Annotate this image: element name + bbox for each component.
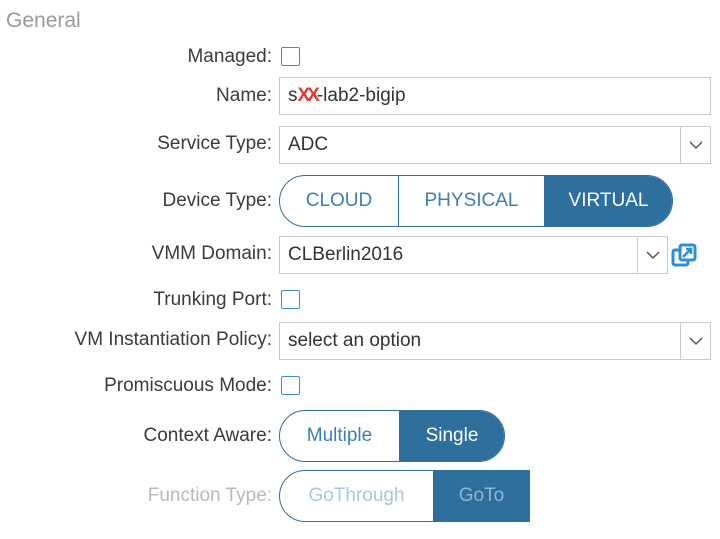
name-label: Name: [216,85,272,106]
vmm-domain-label: VMM Domain: [151,243,272,264]
vm-instantiation-policy-value: select an option [288,330,422,351]
name-redaction-mark: XX [297,85,320,106]
promiscuous-mode-label: Promiscuous Mode: [104,375,272,396]
section-title-general: General [6,9,81,32]
promiscuous-mode-checkbox[interactable] [281,376,300,395]
device-type-virtual-option[interactable]: VIRTUAL [544,176,672,226]
function-type-segmented-control: GoThrough GoTo [279,470,530,522]
vm-instantiation-policy-select[interactable]: select an option [279,322,711,360]
device-type-cloud-option[interactable]: CLOUD [280,176,398,226]
name-input[interactable]: sXX-lab2-bigip [279,77,711,115]
device-type-label: Device Type: [162,190,272,211]
context-aware-multiple-option[interactable]: Multiple [280,411,399,461]
device-type-segmented-control: CLOUD PHYSICAL VIRTUAL [279,175,673,227]
context-aware-single-option[interactable]: Single [399,411,504,461]
context-aware-label: Context Aware: [143,425,272,446]
context-aware-segmented-control: Multiple Single [279,410,505,462]
service-type-select[interactable]: ADC [279,126,711,164]
chevron-down-icon[interactable] [680,323,710,359]
function-type-gothrough-option: GoThrough [308,485,405,506]
device-type-physical-option[interactable]: PHYSICAL [398,176,544,226]
vm-instantiation-policy-label: VM Instantiation Policy: [74,329,272,350]
trunking-port-checkbox[interactable] [281,290,300,309]
name-prefix: s [288,85,298,106]
managed-label: Managed: [187,46,272,67]
managed-checkbox[interactable] [281,47,300,66]
trunking-port-label: Trunking Port: [153,289,272,310]
vmm-domain-value: CLBerlin2016 [288,244,404,265]
function-type-goto-option: GoTo [433,471,529,521]
function-type-label: Function Type: [147,485,272,506]
chevron-down-icon[interactable] [637,237,667,273]
chevron-down-icon[interactable] [680,127,710,163]
external-link-icon[interactable] [671,243,697,269]
name-suffix: -lab2-bigip [316,85,406,106]
service-type-value: ADC [288,134,329,155]
vmm-domain-select[interactable]: CLBerlin2016 [279,236,668,274]
service-type-label: Service Type: [157,133,272,154]
